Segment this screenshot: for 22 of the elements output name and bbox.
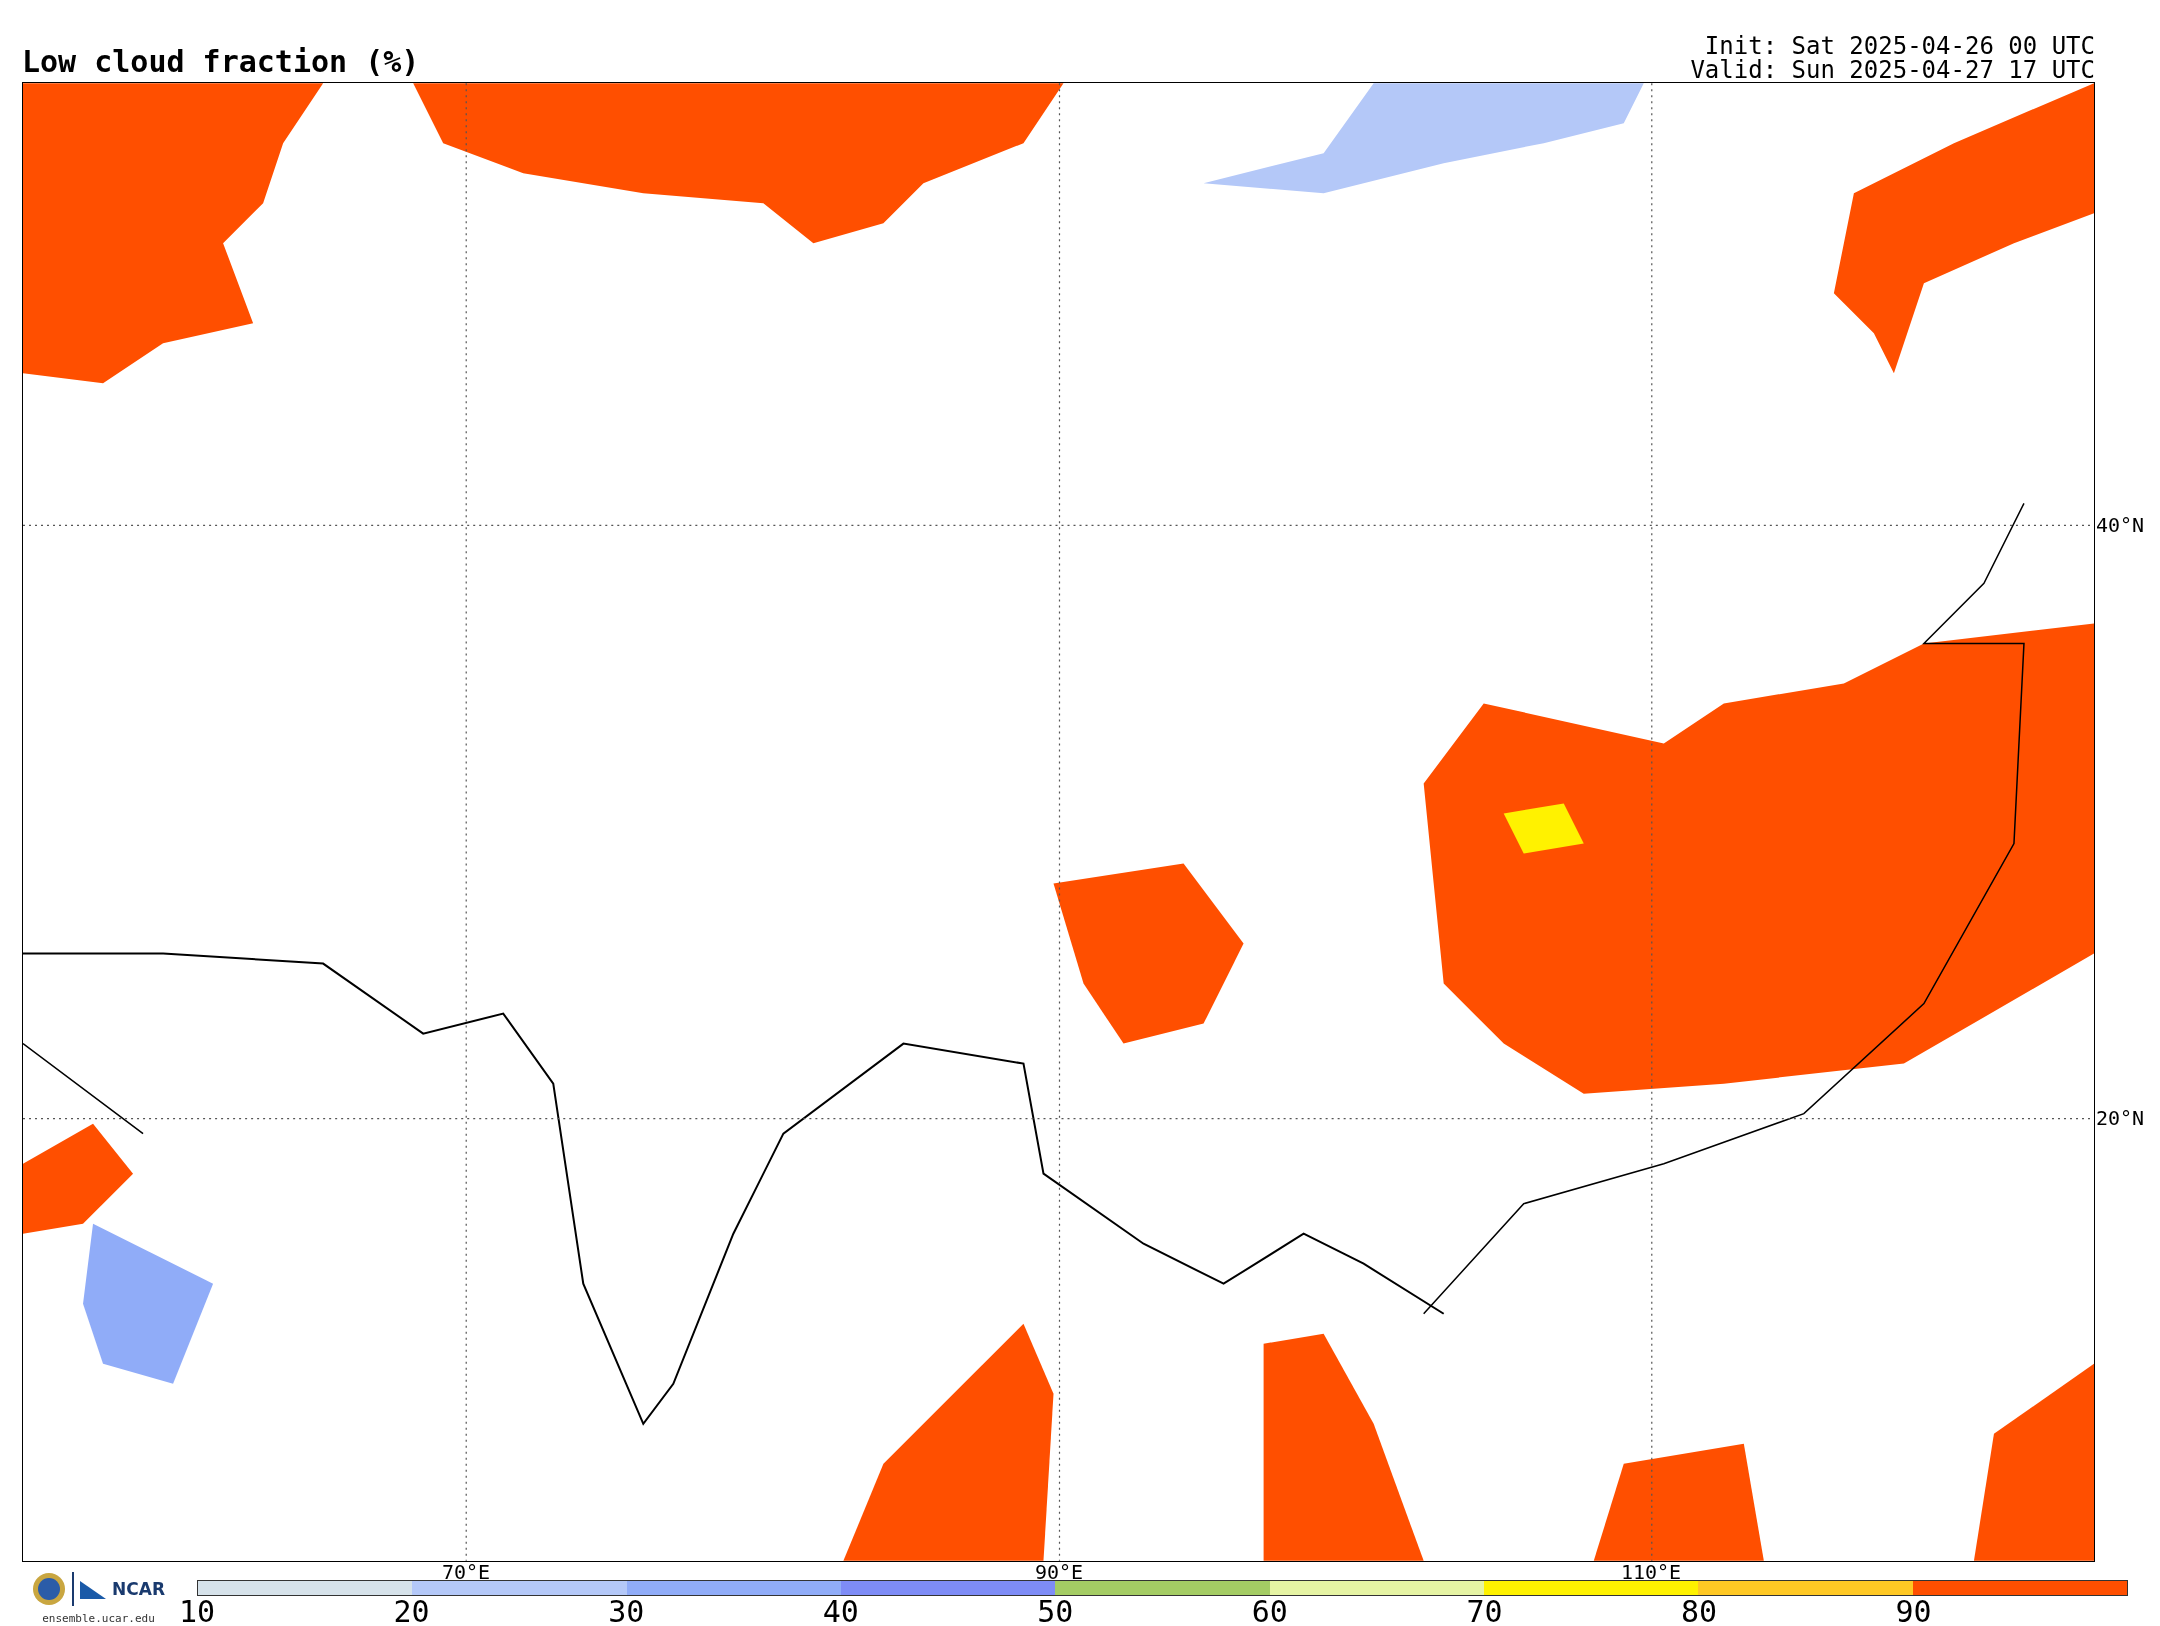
ncar-mark-icon — [80, 1579, 106, 1599]
run-time-label: Valid: Sun 2025-04-27 17 UTC — [1690, 58, 2095, 82]
colorbar-tick-label: 50 — [1037, 1594, 1074, 1626]
colorbar-tick-label: 20 — [393, 1594, 430, 1626]
latitude-label: 40°N — [2095, 513, 2145, 537]
colorbar-tick-label: 60 — [1251, 1594, 1288, 1626]
chart-title: Low cloud fraction (%) — [22, 45, 420, 79]
run-time-label: Init: Sat 2025-04-26 00 UTC — [1704, 34, 2095, 58]
longitude-label: 90°E — [1034, 1561, 1084, 1583]
longitude-label: 70°E — [441, 1561, 491, 1583]
seal-icon — [32, 1572, 66, 1606]
colorbar-tick-label: 80 — [1680, 1594, 1718, 1626]
colorbar-tick-label: 70 — [1466, 1594, 1503, 1626]
latitude-label: 20°N — [2095, 1106, 2145, 1130]
longitude-label: 110°E — [1620, 1561, 1682, 1583]
colorbar-tick-label: 30 — [608, 1594, 645, 1626]
org-logo-text: NCAR — [112, 1579, 165, 1599]
site-url: ensemble.ucar.edu — [42, 1612, 155, 1625]
colorbar-tick-label: 40 — [822, 1594, 859, 1626]
colorbar-tick-label: 10 — [179, 1594, 216, 1626]
colorbar-tick-label: 90 — [1895, 1594, 1932, 1626]
divider-icon — [72, 1572, 74, 1606]
